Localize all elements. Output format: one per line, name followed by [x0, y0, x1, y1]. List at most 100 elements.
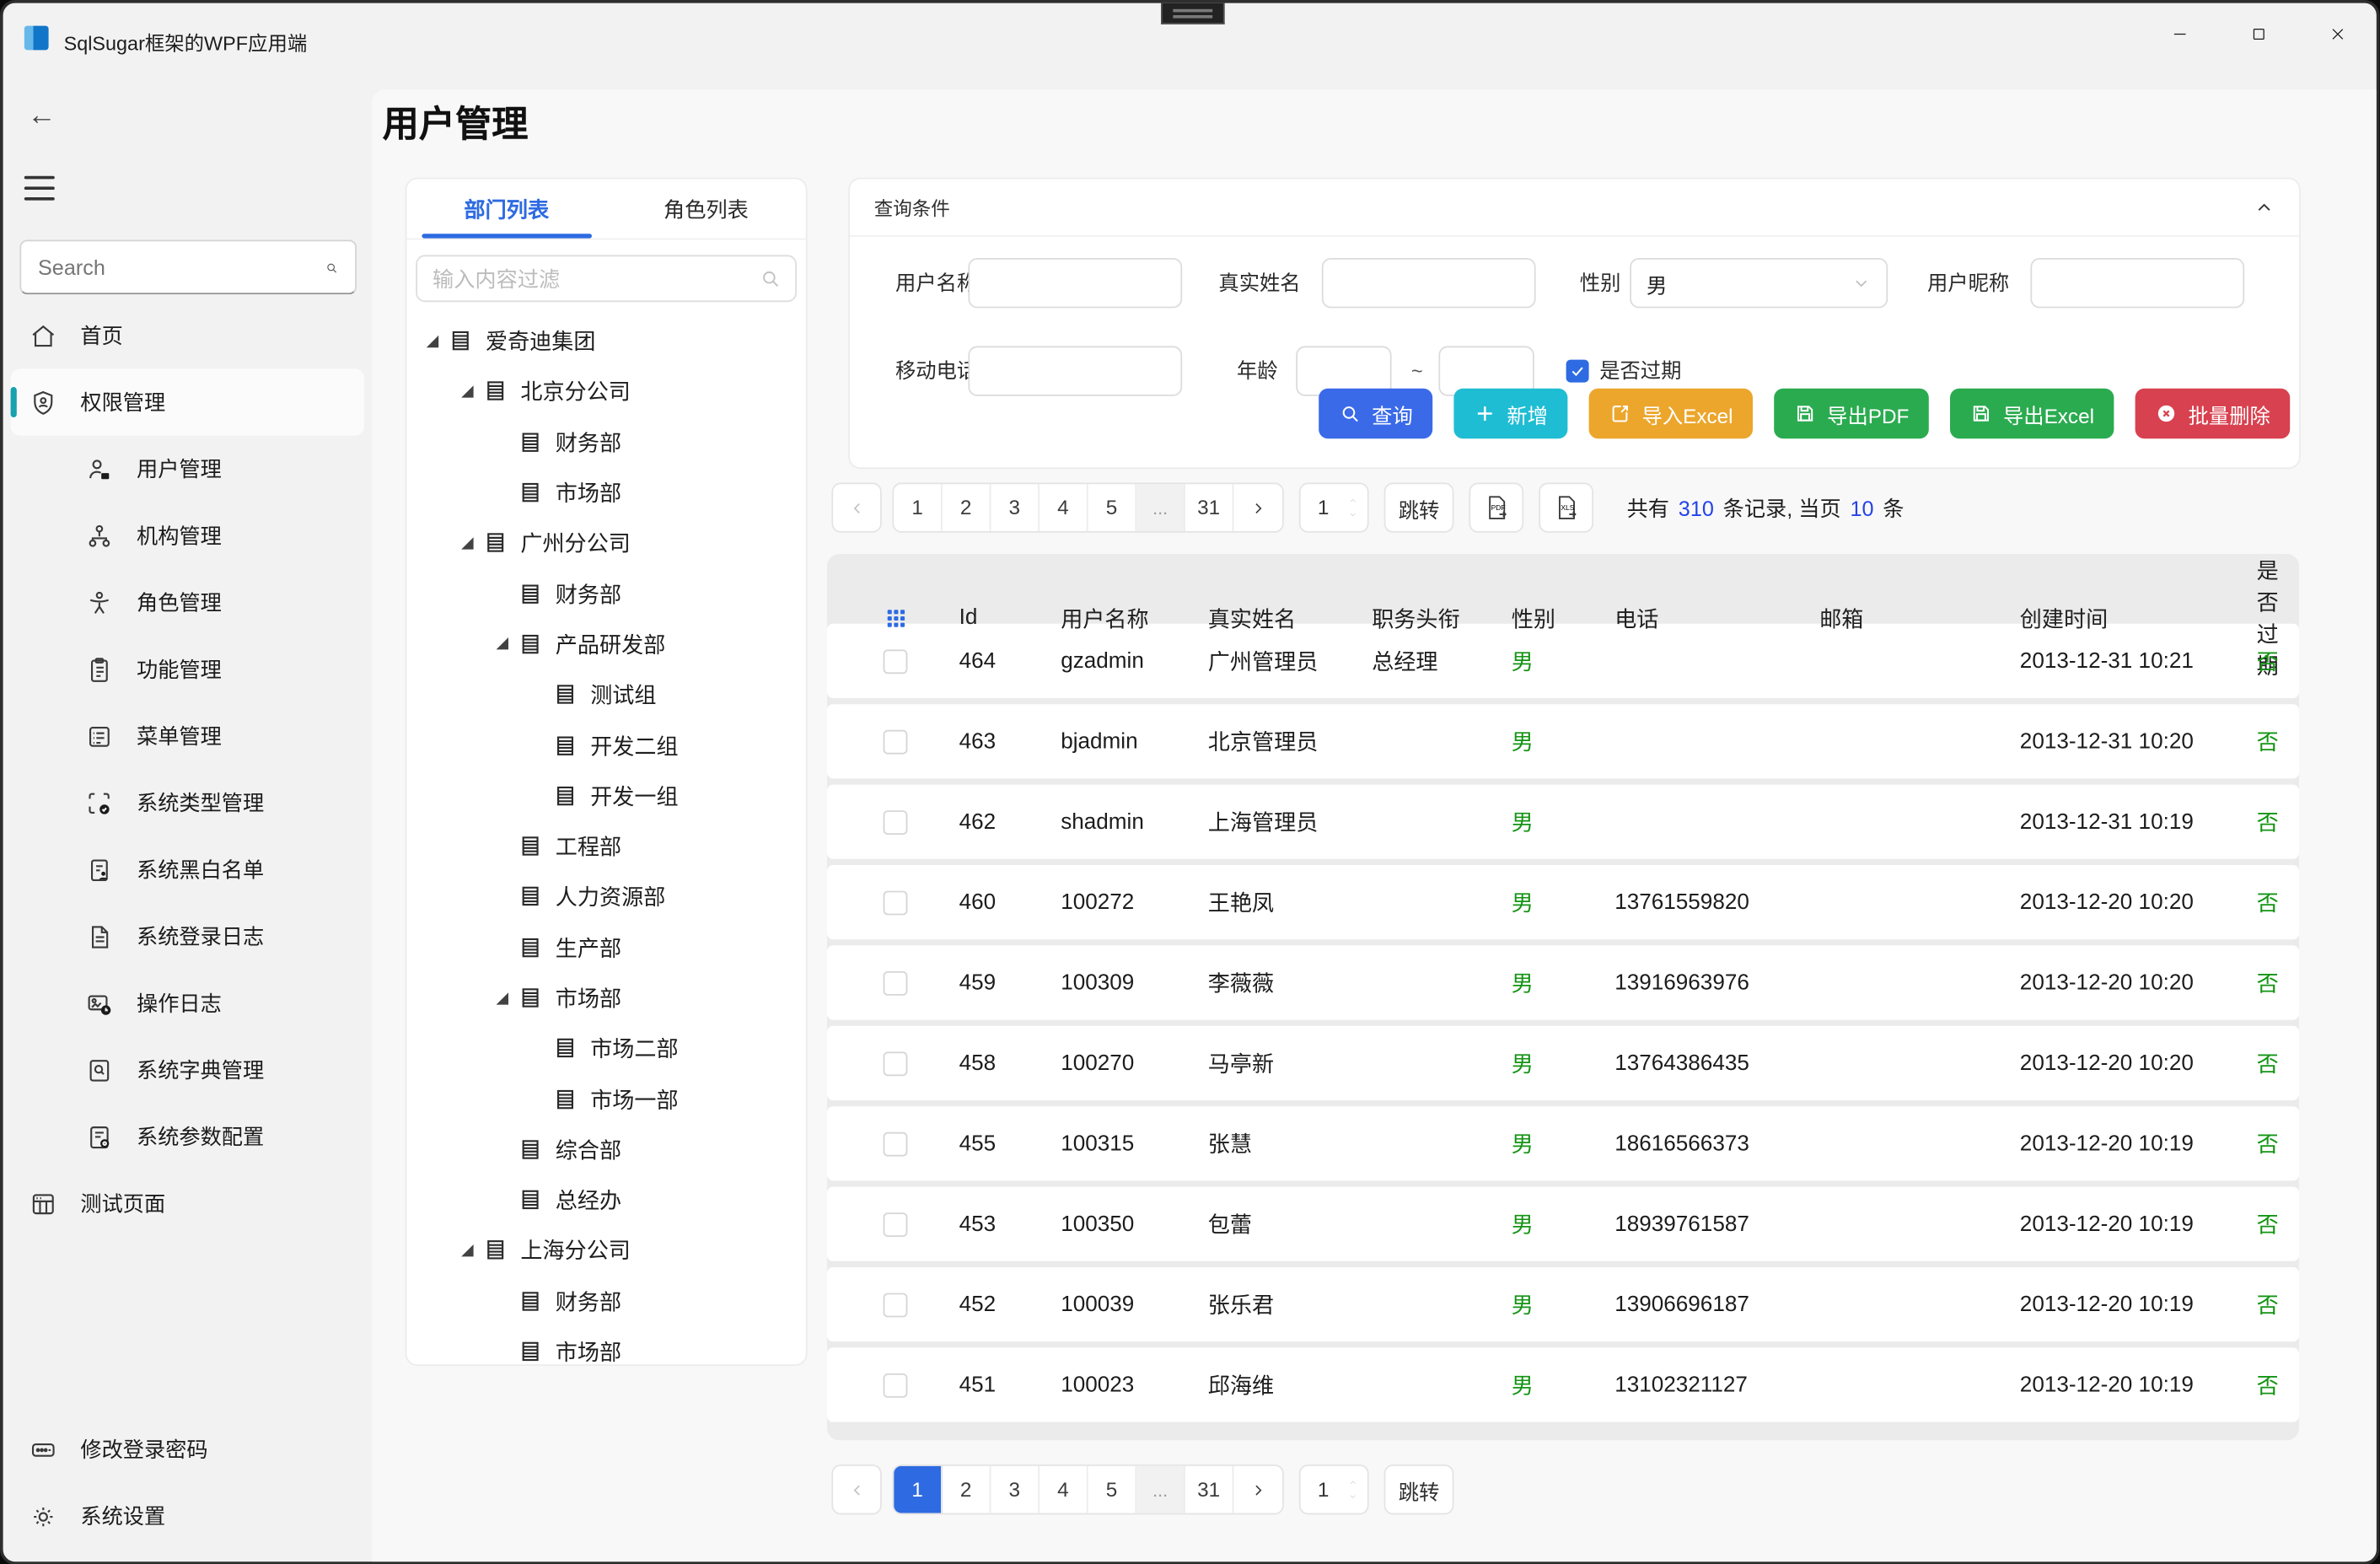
sidebar-item-system-type-mgmt[interactable]: 系统类型管理: [3, 770, 372, 836]
page-ellipsis[interactable]: ...: [1136, 484, 1185, 531]
spinner-up-icon[interactable]: [1346, 497, 1360, 506]
page-button[interactable]: 1: [894, 484, 943, 531]
prev-page-button[interactable]: [831, 1465, 881, 1514]
table-row[interactable]: 463bjadmin北京管理员男2013-12-31 10:20否: [827, 704, 2299, 778]
page-button[interactable]: 3: [991, 484, 1040, 531]
tree-node[interactable]: 市场部: [406, 973, 805, 1024]
table-row[interactable]: 458100270马亭新男137643864352013-12-20 10:20…: [827, 1026, 2299, 1100]
table-row[interactable]: 460100272王艳凤男137615598202013-12-20 10:20…: [827, 865, 2299, 939]
sidebar-item-change-password[interactable]: 修改登录密码: [3, 1416, 372, 1482]
hamburger-menu-button[interactable]: [24, 176, 55, 201]
row-checkbox[interactable]: [884, 729, 908, 754]
tree-node[interactable]: 人力资源部: [406, 872, 805, 922]
table-row[interactable]: 459100309李薇薇男139169639762013-12-20 10:20…: [827, 945, 2299, 1019]
tree-node[interactable]: 市场一部: [406, 1073, 805, 1124]
table-row[interactable]: 451100023邱海维男131023211272013-12-20 10:19…: [827, 1347, 2299, 1422]
username-input[interactable]: [968, 258, 1182, 308]
import-excel-button[interactable]: 导入Excel: [1589, 389, 1753, 438]
export-pdf-icon-button[interactable]: [1469, 482, 1523, 532]
spinner-down-icon[interactable]: [1346, 1491, 1360, 1501]
spinner-down-icon[interactable]: [1346, 510, 1360, 519]
sidebar-item-function-mgmt[interactable]: 功能管理: [3, 636, 372, 702]
tree-node[interactable]: 财务部: [406, 568, 805, 619]
search-input[interactable]: [21, 255, 325, 279]
spinner-up-icon[interactable]: [1346, 1478, 1360, 1487]
search-button[interactable]: 查询: [1319, 389, 1432, 438]
row-checkbox[interactable]: [884, 1293, 908, 1317]
sidebar-item-menu-mgmt[interactable]: 菜单管理: [3, 702, 372, 769]
tree-expander-icon[interactable]: [497, 992, 508, 1003]
sidebar-item-system-login-log[interactable]: 系统登录日志: [3, 903, 372, 970]
tree-node[interactable]: 综合部: [406, 1124, 805, 1174]
realname-input[interactable]: [1322, 258, 1536, 308]
batch-delete-button[interactable]: 批量删除: [2136, 389, 2291, 438]
page-jump-spinner[interactable]: 1: [1299, 1465, 1369, 1514]
tab-department-list[interactable]: 部门列表: [406, 179, 606, 238]
page-jump-spinner[interactable]: 1: [1299, 482, 1369, 532]
row-checkbox[interactable]: [884, 1051, 908, 1076]
next-page-button[interactable]: [1233, 484, 1282, 531]
back-button[interactable]: ←: [27, 100, 56, 134]
tree-node[interactable]: 开发一组: [406, 771, 805, 821]
column-settings-icon[interactable]: [883, 605, 909, 631]
sidebar-item-home[interactable]: 首页: [3, 302, 372, 368]
table-row[interactable]: 464gzadmin广州管理员总经理男2013-12-31 10:21否: [827, 624, 2299, 698]
tree-node[interactable]: 产品研发部: [406, 619, 805, 669]
row-checkbox[interactable]: [884, 890, 908, 915]
tree-expander-icon[interactable]: [461, 537, 473, 549]
tree-node[interactable]: 爱奇迪集团: [406, 315, 805, 366]
export-excel-button[interactable]: 导出Excel: [1950, 389, 2114, 438]
jump-button[interactable]: 跳转: [1384, 482, 1454, 532]
tree-node[interactable]: 市场部: [406, 467, 805, 518]
sidebar-item-operation-log[interactable]: 操作日志: [3, 970, 372, 1036]
nickname-input[interactable]: [2030, 258, 2244, 308]
close-button[interactable]: [2297, 3, 2377, 64]
export-pdf-button[interactable]: 导出PDF: [1774, 389, 1929, 438]
tree-expander-icon[interactable]: [497, 638, 508, 650]
tree-filter-input[interactable]: [417, 266, 759, 291]
tree-node[interactable]: 生产部: [406, 922, 805, 973]
tree-node[interactable]: 财务部: [406, 417, 805, 467]
table-row[interactable]: 462shadmin上海管理员男2013-12-31 10:19否: [827, 785, 2299, 859]
page-button[interactable]: 4: [1040, 484, 1088, 531]
collapse-chevron-icon[interactable]: [2254, 196, 2275, 218]
sidebar-item-system-dict-mgmt[interactable]: 系统字典管理: [3, 1036, 372, 1103]
tree-expander-icon[interactable]: [461, 385, 473, 397]
prev-page-button[interactable]: [831, 482, 881, 532]
tab-role-list[interactable]: 角色列表: [606, 179, 806, 238]
tree-node[interactable]: 市场二部: [406, 1023, 805, 1073]
sidebar-item-system-param-config[interactable]: 系统参数配置: [3, 1104, 372, 1170]
sidebar-item-user-mgmt[interactable]: 用户管理: [3, 436, 372, 503]
row-checkbox[interactable]: [884, 1131, 908, 1156]
row-checkbox[interactable]: [884, 1212, 908, 1236]
add-button[interactable]: 新增: [1453, 389, 1567, 438]
page-button[interactable]: 3: [991, 1466, 1040, 1513]
page-button-active[interactable]: 1: [894, 1466, 943, 1513]
maximize-button[interactable]: [2219, 3, 2298, 64]
expired-checkbox[interactable]: [1566, 360, 1589, 383]
page-button[interactable]: 4: [1040, 1466, 1088, 1513]
jump-button[interactable]: 跳转: [1384, 1465, 1454, 1514]
tree-node[interactable]: 上海分公司: [406, 1225, 805, 1276]
tree-node[interactable]: 总经办: [406, 1174, 805, 1225]
tree-node[interactable]: 测试组: [406, 669, 805, 720]
tree-node[interactable]: 工程部: [406, 821, 805, 872]
tree-node[interactable]: 广州分公司: [406, 518, 805, 568]
page-button[interactable]: 5: [1088, 1466, 1137, 1513]
mobile-input[interactable]: [968, 346, 1182, 395]
tree-expander-icon[interactable]: [461, 1244, 473, 1256]
tree-node[interactable]: 开发二组: [406, 720, 805, 771]
row-checkbox[interactable]: [884, 970, 908, 995]
sidebar-item-role-mgmt[interactable]: 角色管理: [3, 569, 372, 636]
sidebar-item-system-settings[interactable]: 系统设置: [3, 1483, 372, 1550]
tree-node[interactable]: 财务部: [406, 1276, 805, 1326]
export-xls-icon-button[interactable]: [1539, 482, 1593, 532]
sidebar-item-system-blackwhite-list[interactable]: 系统黑白名单: [3, 836, 372, 903]
table-row[interactable]: 452100039张乐君男139066961872013-12-20 10:19…: [827, 1267, 2299, 1341]
page-button[interactable]: 2: [943, 1466, 991, 1513]
sidebar-item-permission-mgmt[interactable]: 权限管理: [11, 368, 364, 435]
page-button[interactable]: 31: [1185, 484, 1234, 531]
page-button[interactable]: 5: [1088, 484, 1137, 531]
tree-node[interactable]: 市场部: [406, 1326, 805, 1366]
sex-select[interactable]: 男: [1630, 258, 1888, 308]
